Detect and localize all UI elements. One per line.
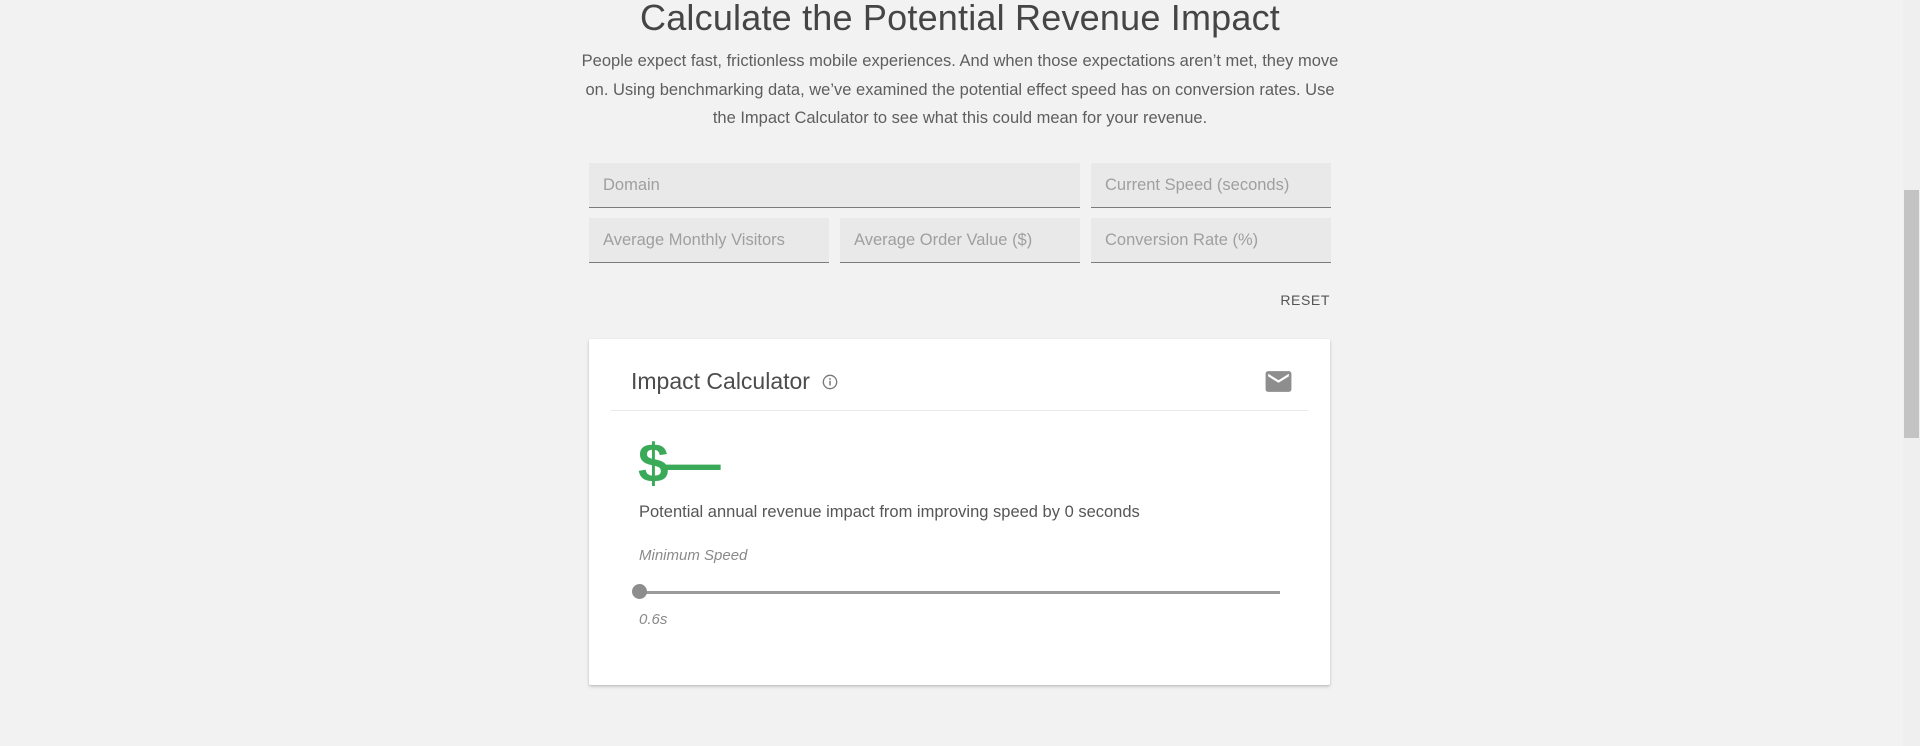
minimum-speed-value: 0.6s (639, 611, 667, 629)
minimum-speed-slider-handle[interactable] (632, 584, 647, 599)
average-monthly-visitors-input[interactable] (589, 218, 829, 263)
email-results-button[interactable] (1262, 366, 1294, 398)
scrollbar-thumb[interactable] (1904, 190, 1919, 438)
minimum-speed-slider-track[interactable] (633, 591, 1280, 594)
page: Calculate the Potential Revenue Impact P… (0, 0, 1920, 746)
impact-calculator-card: Impact Calculator $— Potential annual re… (589, 339, 1330, 685)
page-title: Calculate the Potential Revenue Impact (0, 0, 1920, 39)
intro-line: the Impact Calculator to see what this c… (0, 104, 1920, 133)
card-divider (611, 410, 1308, 411)
card-header: Impact Calculator (631, 366, 838, 396)
intro-paragraph: People expect fast, frictionless mobile … (0, 47, 1920, 133)
email-icon (1263, 385, 1294, 400)
conversion-rate-input[interactable] (1091, 218, 1331, 263)
scrollbar-track[interactable] (1903, 0, 1920, 746)
revenue-impact-value: $— (638, 435, 718, 491)
reset-button[interactable]: RESET (1278, 286, 1332, 314)
intro-line: on. Using benchmarking data, we’ve exami… (0, 76, 1920, 105)
info-icon[interactable] (822, 374, 838, 390)
domain-input[interactable] (589, 163, 1080, 208)
revenue-impact-caption: Potential annual revenue impact from imp… (639, 502, 1140, 522)
card-title: Impact Calculator (631, 366, 810, 396)
minimum-speed-label: Minimum Speed (639, 547, 747, 565)
calculator-input-form (589, 163, 1331, 263)
current-speed-input[interactable] (1091, 163, 1331, 208)
intro-line: People expect fast, frictionless mobile … (0, 47, 1920, 76)
average-order-value-input[interactable] (840, 218, 1080, 263)
